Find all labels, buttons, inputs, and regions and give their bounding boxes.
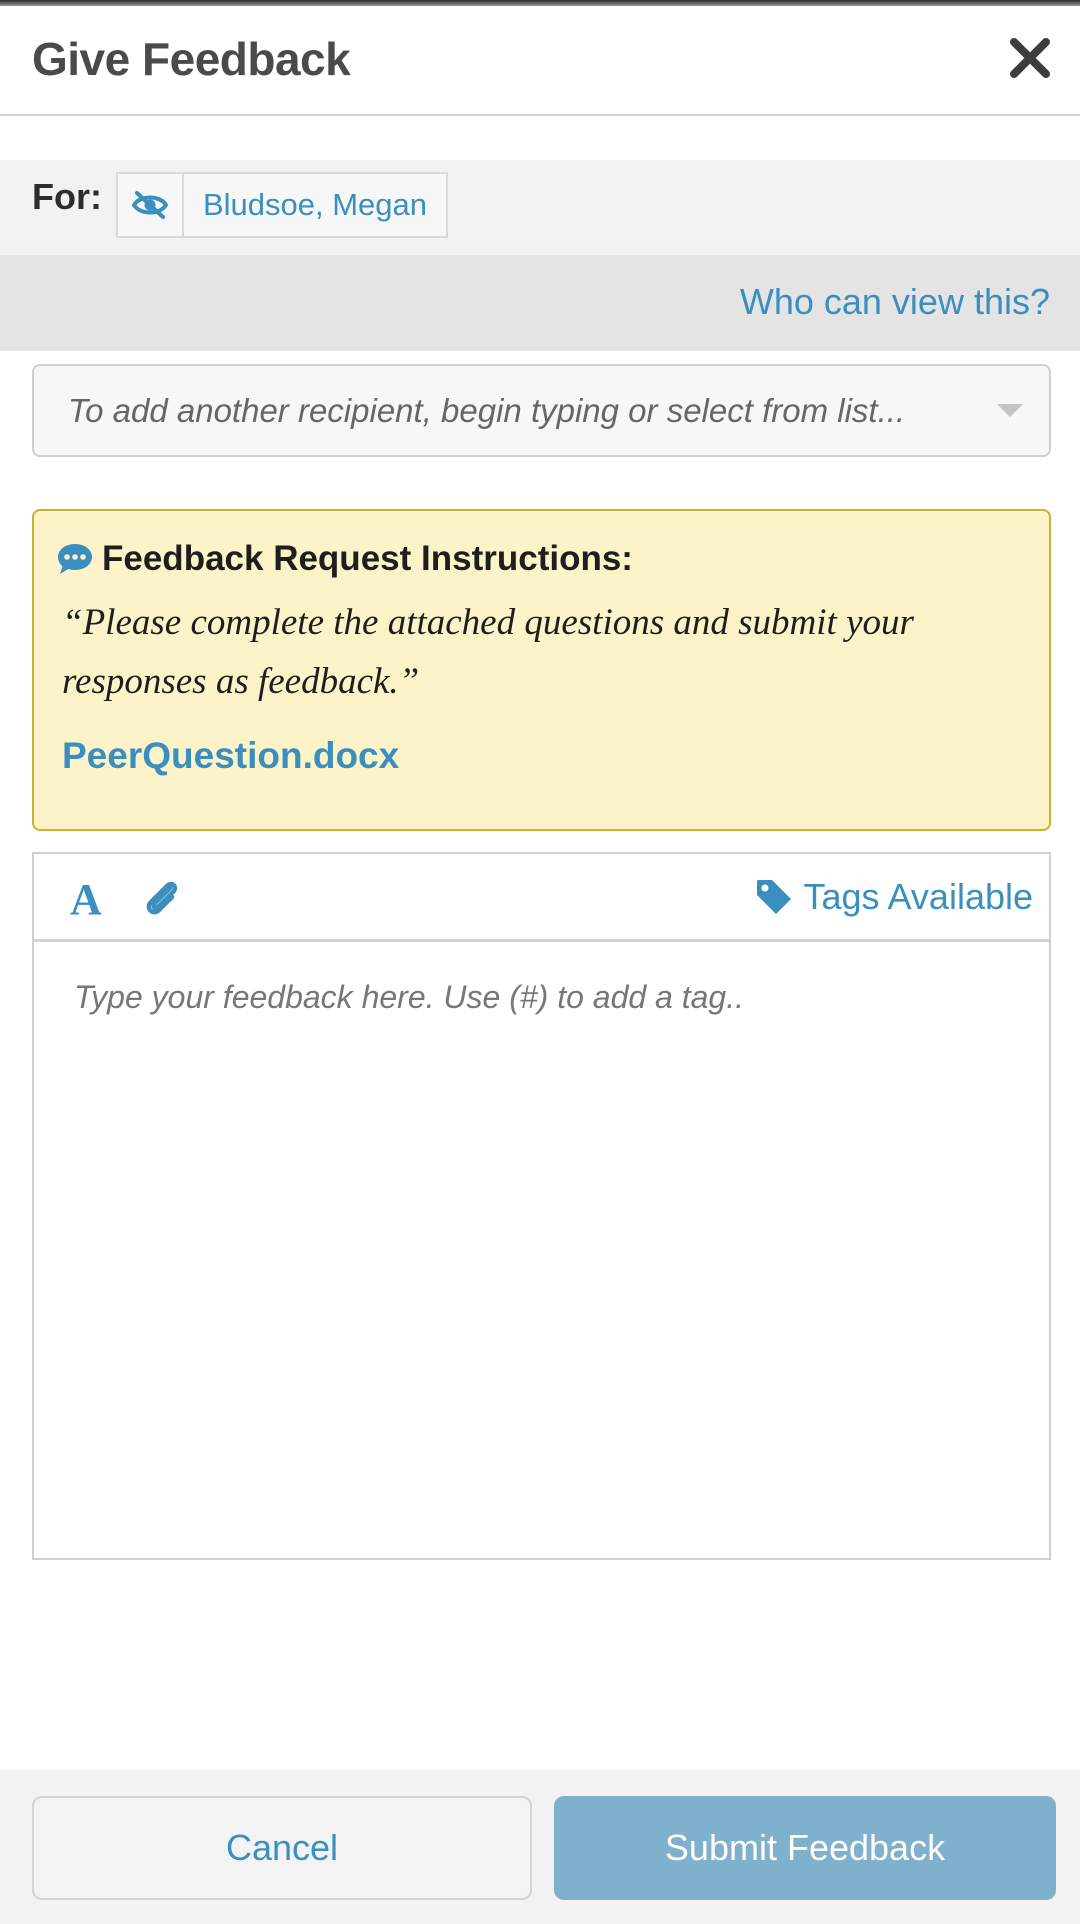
dialog-header: Give Feedback bbox=[0, 6, 1080, 116]
instructions-quote: “Please complete the attached questions … bbox=[62, 602, 914, 702]
editor-toolbar: A Tags Available bbox=[34, 854, 1049, 942]
submit-feedback-button[interactable]: Submit Feedback bbox=[554, 1796, 1056, 1900]
recipient-chip[interactable]: Bludsoe, Megan bbox=[116, 172, 448, 238]
dialog-footer: Cancel Submit Feedback bbox=[0, 1770, 1080, 1924]
feedback-textarea[interactable] bbox=[34, 945, 1049, 1558]
dialog-title: Give Feedback bbox=[32, 33, 351, 85]
comment-dots-icon bbox=[58, 544, 92, 574]
close-icon bbox=[1010, 38, 1050, 78]
add-recipient-select[interactable] bbox=[32, 364, 1051, 457]
for-label: For: bbox=[32, 176, 102, 217]
visibility-toggle[interactable] bbox=[118, 174, 184, 236]
instructions-heading: Feedback Request Instructions: bbox=[56, 539, 633, 579]
cancel-button[interactable]: Cancel bbox=[32, 1796, 532, 1900]
attach-button[interactable] bbox=[140, 876, 184, 920]
close-button[interactable] bbox=[1006, 34, 1054, 82]
tags-available-button[interactable]: Tags Available bbox=[754, 876, 1034, 918]
paperclip-icon bbox=[146, 881, 178, 915]
who-can-view-link[interactable]: Who can view this? bbox=[740, 281, 1050, 323]
add-recipient-input[interactable] bbox=[34, 366, 994, 455]
font-format-icon[interactable]: A bbox=[70, 874, 102, 925]
tag-icon bbox=[756, 880, 791, 914]
tags-available-label: Tags Available bbox=[803, 876, 1034, 917]
attachment-link[interactable]: PeerQuestion.docx bbox=[62, 735, 399, 777]
instructions-title: Feedback Request Instructions: bbox=[102, 539, 633, 578]
eye-slash-icon bbox=[131, 191, 169, 219]
feedback-editor: A Tags Available bbox=[32, 852, 1051, 1560]
visibility-bar: Who can view this? bbox=[0, 255, 1080, 351]
feedback-request-instructions: Feedback Request Instructions: “Please c… bbox=[32, 509, 1051, 831]
recipient-row: For: Bludsoe, Megan bbox=[0, 160, 1080, 255]
recipient-name: Bludsoe, Megan bbox=[202, 187, 428, 222]
chevron-down-icon[interactable] bbox=[997, 404, 1023, 417]
